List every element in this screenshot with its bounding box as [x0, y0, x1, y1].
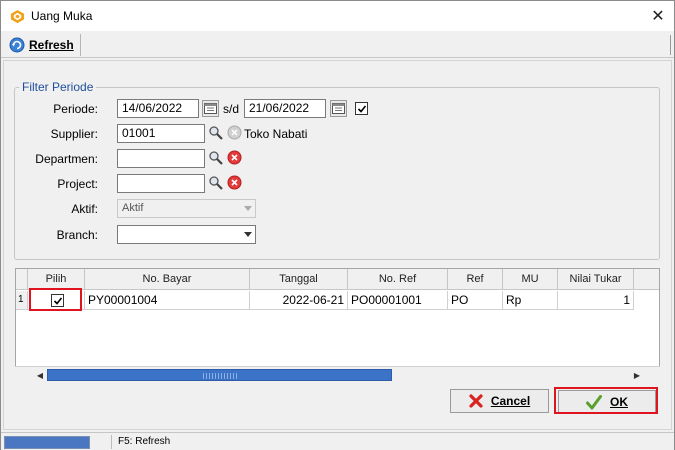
departmen-clear-button[interactable] [226, 149, 243, 166]
window-title: Uang Muka [31, 9, 93, 23]
col-header-ref[interactable]: Ref [448, 269, 503, 290]
uang-muka-window: Uang Muka ✕ Refresh Filter Periode Perio… [0, 0, 675, 450]
horizontal-scrollbar[interactable]: ◀ ▶ [15, 366, 660, 382]
cell-tanggal: 2022-06-21 [250, 291, 348, 310]
clear-icon [227, 125, 242, 140]
branch-select[interactable] [117, 225, 256, 244]
close-button[interactable]: ✕ [642, 1, 674, 31]
project-input[interactable] [117, 174, 205, 193]
branch-label: Branch: [56, 228, 98, 242]
departmen-input[interactable] [117, 149, 205, 168]
delete-icon [227, 150, 242, 165]
cancel-icon [469, 394, 483, 408]
date-to-picker[interactable] [330, 100, 347, 117]
row-number: 1 [16, 291, 28, 310]
supplier-search-button[interactable] [207, 124, 224, 141]
cell-mu: Rp [503, 291, 558, 310]
supplier-code-input[interactable]: 01001 [117, 124, 205, 143]
status-text: F5: Refresh [118, 436, 171, 447]
date-from-input[interactable]: 14/06/2022 [117, 99, 199, 118]
cell-no-ref: PO00001001 [348, 291, 448, 310]
sd-label: s/d [223, 102, 240, 116]
calendar-icon [204, 103, 217, 114]
chevron-down-icon [244, 232, 252, 237]
row-indicator-header [16, 269, 28, 290]
search-icon [208, 175, 223, 190]
app-logo-icon [10, 9, 25, 24]
date-from-picker[interactable] [202, 100, 219, 117]
ok-highlight-box [554, 387, 658, 414]
refresh-button[interactable]: Refresh [5, 34, 81, 56]
scrollbar-grip [203, 373, 239, 379]
supplier-label: Supplier: [50, 127, 98, 141]
cell-nilai-tukar: 1 [558, 291, 634, 310]
delete-icon [227, 175, 242, 190]
scrollbar-thumb[interactable] [47, 369, 392, 381]
col-header-pilih[interactable]: Pilih [28, 269, 85, 290]
calendar-icon [332, 103, 345, 114]
col-header-no-ref[interactable]: No. Ref [348, 269, 448, 290]
toolbar-grip [670, 35, 672, 55]
scroll-right-arrow[interactable]: ▶ [630, 369, 644, 381]
col-header-nilai-tukar[interactable]: Nilai Tukar [558, 269, 634, 290]
title-bar: Uang Muka ✕ [1, 1, 674, 31]
supplier-name: Toko Nabati [244, 127, 308, 141]
date-to-input[interactable]: 21/06/2022 [244, 99, 326, 118]
aktif-label: Aktif: [71, 202, 98, 216]
project-clear-button[interactable] [226, 174, 243, 191]
col-header-no-bayar[interactable]: No. Bayar [85, 269, 250, 290]
search-icon [208, 150, 223, 165]
col-header-tanggal[interactable]: Tanggal [250, 269, 348, 290]
cancel-button[interactable]: Cancel [450, 389, 549, 413]
table-row[interactable]: 1 PY00001004 2022-06-21 PO00001001 PO Rp… [16, 291, 659, 310]
status-progress-bar [4, 436, 90, 449]
status-bar: F5: Refresh [1, 432, 674, 450]
results-grid: Pilih No. Bayar Tanggal No. Ref Ref MU N… [15, 268, 660, 381]
refresh-icon [9, 37, 25, 53]
refresh-label: Refresh [29, 38, 74, 52]
filter-legend: Filter Periode [19, 80, 97, 94]
chevron-down-icon [244, 206, 252, 211]
periode-checkbox[interactable] [355, 102, 368, 115]
supplier-clear-button[interactable] [226, 124, 243, 141]
toolbar: Refresh [1, 32, 674, 58]
grid-header: Pilih No. Bayar Tanggal No. Ref Ref MU N… [16, 269, 659, 290]
cell-no-bayar: PY00001004 [85, 291, 250, 310]
project-label: Project: [57, 177, 98, 191]
cell-ref: PO [448, 291, 503, 310]
check-icon [357, 104, 366, 113]
departmen-label: Departmen: [35, 152, 98, 166]
aktif-select-value: Aktif [122, 202, 144, 214]
departmen-search-button[interactable] [207, 149, 224, 166]
periode-label: Periode: [53, 102, 98, 116]
scroll-left-arrow[interactable]: ◀ [33, 369, 47, 381]
aktif-select[interactable]: Aktif [117, 199, 256, 218]
search-icon [208, 125, 223, 140]
col-header-mu[interactable]: MU [503, 269, 558, 290]
cancel-label: Cancel [490, 394, 531, 408]
project-search-button[interactable] [207, 174, 224, 191]
status-separator [111, 435, 112, 449]
pilih-highlight-box [29, 288, 82, 311]
close-icon: ✕ [651, 8, 665, 25]
